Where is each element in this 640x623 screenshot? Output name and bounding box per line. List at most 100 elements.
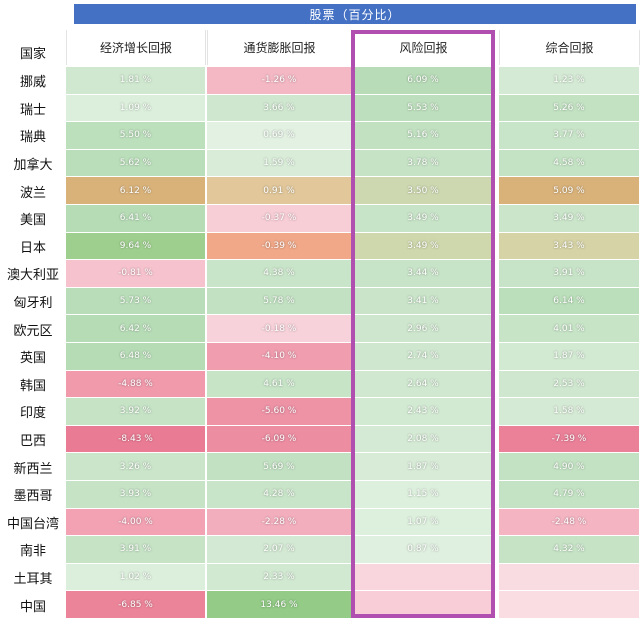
- cell-risk[interactable]: 2.08 %: [352, 425, 495, 454]
- cell-risk[interactable]: 1.15 %: [352, 481, 495, 509]
- cell-risk[interactable]: 3.49 %: [352, 205, 495, 233]
- cell-composite[interactable]: 1.87 %: [499, 343, 640, 371]
- cell-inflation[interactable]: 5.69 %: [207, 453, 352, 481]
- cell-inflation[interactable]: -5.60 %: [207, 398, 352, 426]
- header-country[interactable]: 国家: [0, 40, 66, 65]
- cell-economic-growth[interactable]: -0.81 %: [66, 260, 206, 288]
- cell-risk[interactable]: 3.41 %: [352, 287, 495, 316]
- cell-inflation[interactable]: -0.39 %: [207, 232, 352, 261]
- cell-inflation[interactable]: 4.28 %: [207, 481, 352, 509]
- cell-risk[interactable]: 0.87 %: [352, 536, 495, 564]
- cell-inflation[interactable]: 1.59 %: [207, 149, 352, 178]
- cell-inflation[interactable]: 0.69 %: [207, 122, 352, 150]
- cell-composite[interactable]: 3.77 %: [499, 122, 640, 150]
- country-label: 澳大利亚: [6, 268, 59, 284]
- cell-composite[interactable]: 6.14 %: [499, 287, 640, 316]
- country-label: 日本: [19, 240, 46, 256]
- cell-economic-growth[interactable]: 3.93 %: [66, 481, 206, 509]
- cell-risk[interactable]: 3.78 %: [352, 149, 495, 178]
- cell-composite[interactable]: -7.39 %: [499, 425, 640, 454]
- cell-inflation[interactable]: 4.61 %: [207, 370, 352, 399]
- cell-inflation[interactable]: 4.38 %: [207, 260, 352, 288]
- cell-economic-growth[interactable]: 9.64 %: [66, 232, 206, 261]
- country-label: 中国台湾: [6, 516, 59, 532]
- cell-composite[interactable]: 3.43 %: [499, 232, 640, 261]
- cell-risk[interactable]: 2.43 %: [352, 398, 495, 426]
- cell-risk[interactable]: 5.53 %: [352, 94, 495, 123]
- cell-risk[interactable]: 3.49 %: [352, 232, 495, 261]
- country-label: 匈牙利: [13, 296, 53, 312]
- cell-composite[interactable]: 2.53 %: [499, 370, 640, 399]
- table-header-row: 国家 经济增长回报 通货膨胀回报 风险回报 综合回报: [0, 30, 640, 65]
- cell-inflation[interactable]: 3.66 %: [207, 94, 352, 123]
- country-label: 瑞典: [19, 130, 46, 146]
- cell-risk[interactable]: 1.07 %: [352, 508, 495, 537]
- table-row: 新西兰 3.26 % 5.69 % 1.87 % 4.90 %: [0, 453, 640, 481]
- header-inflation[interactable]: 通货膨胀回报: [207, 30, 352, 65]
- cell-composite[interactable]: -2.48 %: [499, 508, 640, 537]
- cell-economic-growth[interactable]: 1.81 %: [66, 67, 206, 95]
- cell-inflation[interactable]: 13.46 %: [207, 591, 352, 619]
- cell-economic-growth[interactable]: -4.00 %: [66, 508, 206, 537]
- cell-risk[interactable]: 2.74 %: [352, 343, 495, 371]
- cell-inflation[interactable]: -0.37 %: [207, 205, 352, 233]
- table-row: 英国 6.48 % -4.10 % 2.74 % 1.87 %: [0, 343, 640, 371]
- cell-risk[interactable]: 2.96 %: [352, 315, 495, 343]
- cell-composite[interactable]: 1.23 %: [499, 67, 640, 95]
- cell-inflation[interactable]: -0.18 %: [207, 315, 352, 343]
- cell-composite[interactable]: 3.91 %: [499, 260, 640, 288]
- cell-risk[interactable]: 3.50 %: [352, 177, 495, 205]
- cell-economic-growth[interactable]: 6.42 %: [66, 315, 206, 343]
- cell-economic-growth[interactable]: 6.41 %: [66, 205, 206, 233]
- cell-economic-growth[interactable]: -4.88 %: [66, 370, 206, 399]
- cell-inflation[interactable]: 5.78 %: [207, 287, 352, 316]
- cell-economic-growth[interactable]: -6.85 %: [66, 591, 206, 619]
- cell-inflation[interactable]: -1.26 %: [207, 67, 352, 95]
- cell-economic-growth[interactable]: 3.26 %: [66, 453, 206, 481]
- cell-risk[interactable]: 6.09 %: [352, 67, 495, 95]
- cell-composite[interactable]: [499, 563, 640, 592]
- cell-composite[interactable]: [499, 591, 640, 619]
- cell-composite[interactable]: 5.09 %: [499, 177, 640, 205]
- cell-inflation[interactable]: 2.33 %: [207, 563, 352, 592]
- cell-economic-growth[interactable]: 5.62 %: [66, 149, 206, 178]
- cell-economic-growth[interactable]: 6.48 %: [66, 343, 206, 371]
- cell-composite[interactable]: 4.32 %: [499, 536, 640, 564]
- table-row: 匈牙利 5.73 % 5.78 % 3.41 % 6.14 %: [0, 287, 640, 316]
- cell-risk[interactable]: 5.16 %: [352, 122, 495, 150]
- cell-composite[interactable]: 4.01 %: [499, 315, 640, 343]
- cell-inflation[interactable]: 2.07 %: [207, 536, 352, 564]
- cell-economic-growth[interactable]: 5.73 %: [66, 287, 206, 316]
- cell-inflation[interactable]: 0.91 %: [207, 177, 352, 205]
- table-row: 印度 3.92 % -5.60 % 2.43 % 1.58 %: [0, 398, 640, 426]
- cell-economic-growth[interactable]: 1.09 %: [66, 94, 206, 123]
- cell-composite[interactable]: 3.49 %: [499, 205, 640, 233]
- cell-composite[interactable]: 4.79 %: [499, 481, 640, 509]
- table-row: 加拿大 5.62 % 1.59 % 3.78 % 4.58 %: [0, 149, 640, 178]
- cell-composite[interactable]: 4.90 %: [499, 453, 640, 481]
- cell-inflation[interactable]: -2.28 %: [207, 508, 352, 537]
- cell-economic-growth[interactable]: 6.12 %: [66, 177, 206, 205]
- cell-composite[interactable]: 1.58 %: [499, 398, 640, 426]
- banner-area: 股票（百分比）: [66, 0, 640, 30]
- cell-economic-growth[interactable]: 3.91 %: [66, 536, 206, 564]
- cell-risk[interactable]: [352, 563, 495, 592]
- cell-composite[interactable]: 4.58 %: [499, 149, 640, 178]
- cell-composite[interactable]: 5.26 %: [499, 94, 640, 123]
- header-composite[interactable]: 综合回报: [499, 30, 640, 65]
- cell-economic-growth[interactable]: 5.50 %: [66, 122, 206, 150]
- header-economic-growth[interactable]: 经济增长回报: [66, 30, 206, 65]
- cell-risk[interactable]: 1.87 %: [352, 453, 495, 481]
- cell-economic-growth[interactable]: 3.92 %: [66, 398, 206, 426]
- country-label: 美国: [19, 213, 46, 229]
- cell-inflation[interactable]: -6.09 %: [207, 425, 352, 454]
- cell-risk[interactable]: 3.44 %: [352, 260, 495, 288]
- header-risk[interactable]: 风险回报: [352, 30, 495, 65]
- cell-risk[interactable]: [352, 591, 495, 619]
- cell-economic-growth[interactable]: 1.02 %: [66, 563, 206, 592]
- table-row: 挪威 1.81 % -1.26 % 6.09 % 1.23 %: [0, 67, 640, 95]
- cell-inflation[interactable]: -4.10 %: [207, 343, 352, 371]
- cell-risk[interactable]: 2.64 %: [352, 370, 495, 399]
- cell-economic-growth[interactable]: -8.43 %: [66, 425, 206, 454]
- table-row: 中国 -6.85 % 13.46 %: [0, 591, 640, 619]
